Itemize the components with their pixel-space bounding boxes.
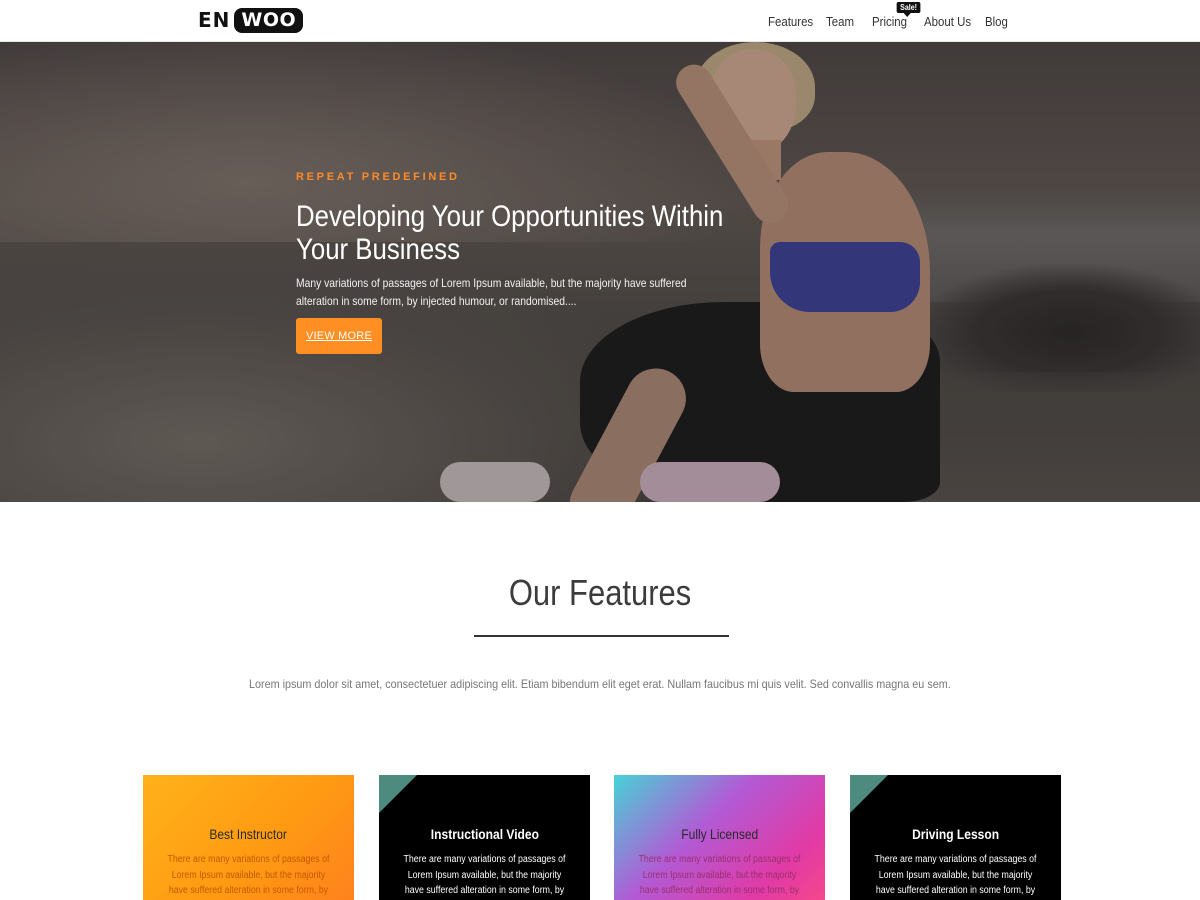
card-corner-accent xyxy=(379,775,417,813)
feature-card-text: There are many variations of passages of… xyxy=(862,852,1049,900)
site-logo[interactable]: EN WOO xyxy=(198,6,304,34)
features-heading: Our Features xyxy=(0,572,1200,614)
feature-card-instructional-video[interactable]: Instructional Video There are many varia… xyxy=(379,775,590,900)
feature-card-title-text: Driving Lesson xyxy=(912,826,999,842)
feature-card-title: Instructional Video xyxy=(379,826,590,842)
features-divider xyxy=(474,635,729,637)
feature-card-title-text: Instructional Video xyxy=(430,826,539,842)
feature-card-text: There are many variations of passages of… xyxy=(626,852,813,900)
hero-title: Developing Your Opportunities Within You… xyxy=(296,200,724,266)
nav-item-blog[interactable]: Blog xyxy=(985,14,1011,29)
feature-card-text-content: There are many variations of passages of… xyxy=(403,854,566,896)
logo-text-en: EN xyxy=(198,8,231,32)
feature-card-text: There are many variations of passages of… xyxy=(391,852,578,900)
nav-item-pricing[interactable]: Pricing Sale! xyxy=(872,1,921,29)
main-nav: Features Team Pricing Sale! About Us Blo… xyxy=(768,0,1015,42)
nav-item-team[interactable]: Team xyxy=(826,14,866,29)
view-more-button[interactable]: VIEW MORE xyxy=(296,318,382,354)
feature-card-title: Driving Lesson xyxy=(850,826,1061,842)
site-header: EN WOO Features Team Pricing Sale! About… xyxy=(0,0,1200,42)
nav-item-about-us[interactable]: About Us xyxy=(924,14,978,29)
features-description-text: Lorem ipsum dolor sit amet, consectetuer… xyxy=(249,677,951,691)
feature-card-driving-lesson[interactable]: Driving Lesson There are many variations… xyxy=(850,775,1061,900)
feature-card-title-text: Best Instructor xyxy=(209,826,288,842)
logo-text-woo: WOO xyxy=(234,7,304,33)
hero-eyebrow: REPEAT PREDEFINED xyxy=(296,171,460,183)
feature-card-text-content: There are many variations of passages of… xyxy=(167,854,330,896)
nav-item-features[interactable]: Features xyxy=(768,14,819,29)
sale-badge: Sale! xyxy=(896,1,921,17)
feature-card-fully-licensed[interactable]: Fully Licensed There are many variations… xyxy=(614,775,825,900)
hero-content: REPEAT PREDEFINED Developing Your Opport… xyxy=(296,42,736,502)
feature-card-text-content: There are many variations of passages of… xyxy=(874,854,1037,896)
feature-card-text-content: There are many variations of passages of… xyxy=(638,854,801,896)
hero-section: REPEAT PREDEFINED Developing Your Opport… xyxy=(0,42,1200,502)
feature-card-title: Fully Licensed xyxy=(614,826,825,842)
nav-item-pricing-label: Pricing xyxy=(872,13,907,29)
features-heading-text: Our Features xyxy=(508,572,692,613)
feature-cards: Best Instructor There are many variation… xyxy=(143,775,1063,900)
hero-description: Many variations of passages of Lorem Ips… xyxy=(296,276,687,308)
feature-card-best-instructor[interactable]: Best Instructor There are many variation… xyxy=(143,775,354,900)
features-description: Lorem ipsum dolor sit amet, consectetuer… xyxy=(0,677,1200,691)
feature-card-title: Best Instructor xyxy=(143,826,354,842)
feature-card-title-text: Fully Licensed xyxy=(681,826,758,842)
card-corner-accent xyxy=(850,775,888,813)
feature-card-text: There are many variations of passages of… xyxy=(155,852,342,900)
